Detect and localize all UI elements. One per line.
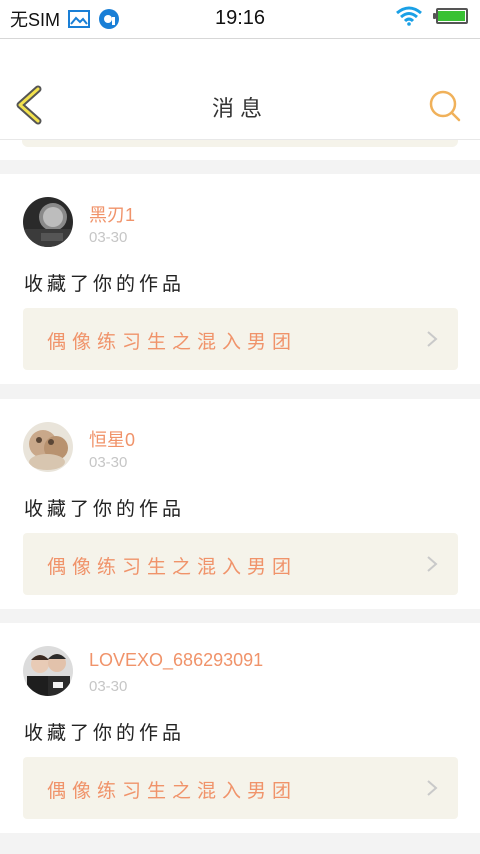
wifi-icon	[396, 6, 422, 26]
avatar[interactable]	[23, 646, 73, 696]
avatar[interactable]	[23, 197, 73, 247]
work-title: 偶像练习生之混入男团	[47, 331, 298, 353]
work-link[interactable]: 偶像练习生之混入男团	[23, 308, 458, 370]
message-date: 03-30	[89, 229, 128, 246]
status-bar: 无SIM 19:16	[0, 0, 480, 39]
status-right	[396, 6, 468, 26]
work-title: 偶像练习生之混入男团	[47, 780, 298, 802]
previous-message-card	[0, 140, 480, 160]
page-title: 消息	[211, 97, 268, 122]
action-text: 收藏了你的作品	[24, 273, 186, 295]
search-icon[interactable]	[428, 89, 462, 123]
top-nav-bar: 消息	[0, 39, 480, 140]
message-card: 恒星0 03-30 收藏了你的作品 偶像练习生之混入男团	[0, 399, 480, 609]
action-text: 收藏了你的作品	[24, 722, 186, 744]
work-link-remnant[interactable]	[22, 140, 458, 147]
chevron-right-icon	[427, 780, 438, 796]
message-date: 03-30	[89, 678, 128, 695]
battery-icon	[433, 8, 468, 24]
chevron-right-icon	[427, 331, 438, 347]
message-card: 黑刃1 03-30 收藏了你的作品 偶像练习生之混入男团	[0, 174, 480, 384]
username[interactable]: LOVEXO_686293091	[89, 650, 263, 671]
work-title: 偶像练习生之混入男团	[47, 556, 298, 578]
action-text: 收藏了你的作品	[24, 498, 186, 520]
battery-fill	[438, 11, 465, 21]
avatar[interactable]	[23, 422, 73, 472]
message-card: LOVEXO_686293091 03-30 收藏了你的作品 偶像练习生之混入男…	[0, 623, 480, 833]
username[interactable]: 黑刃1	[89, 201, 135, 227]
username[interactable]: 恒星0	[89, 426, 135, 452]
work-link[interactable]: 偶像练习生之混入男团	[23, 757, 458, 819]
work-link[interactable]: 偶像练习生之混入男团	[23, 533, 458, 595]
chevron-right-icon	[427, 556, 438, 572]
message-date: 03-30	[89, 454, 128, 471]
